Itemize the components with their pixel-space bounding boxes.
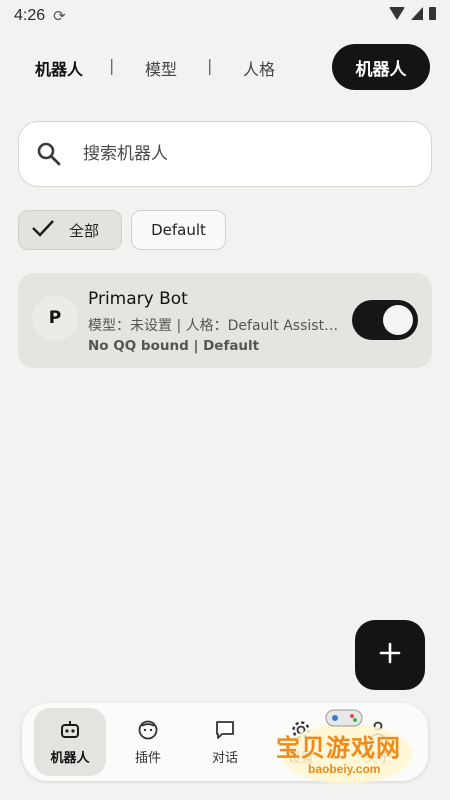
- filter-chip-default[interactable]: Default: [131, 210, 226, 250]
- battery-icon: [429, 7, 436, 20]
- bottom-nav-chat[interactable]: 对话: [189, 708, 261, 776]
- tab-bots[interactable]: 机器人: [35, 56, 83, 80]
- filter-chip-label: 全部: [69, 221, 100, 240]
- status-icons: [389, 7, 436, 20]
- search-bar[interactable]: [18, 121, 432, 187]
- tab-separator: |: [109, 56, 115, 75]
- search-icon: [35, 140, 63, 168]
- bot-name: Primary Bot: [88, 289, 188, 309]
- tab-separator: |: [207, 56, 213, 75]
- bottom-nav-plugins[interactable]: 插件: [112, 708, 184, 776]
- watermark-url: baobeiy.com: [308, 762, 381, 776]
- bottom-nav-label: 对话: [211, 750, 238, 766]
- status-time: 4:26: [14, 7, 46, 24]
- active-section-pill[interactable]: 机器人: [332, 44, 430, 90]
- filter-chip-label: Default: [151, 221, 206, 239]
- bot-card[interactable]: P Primary Bot 模型：未设置 | 人格：Default Assist…: [18, 273, 432, 368]
- watermark-text: 宝贝游戏网: [276, 734, 401, 762]
- bottom-nav-label: 机器人: [50, 750, 90, 766]
- plugin-face-icon: [137, 719, 159, 741]
- status-bar: 4:26 ⟳: [0, 0, 450, 32]
- search-input[interactable]: [83, 144, 383, 164]
- watermark: 宝贝游戏网 baobeiy.com: [272, 700, 422, 790]
- chat-icon: [214, 719, 236, 741]
- add-bot-button[interactable]: [355, 620, 425, 690]
- bottom-nav-label: 插件: [134, 750, 161, 766]
- tab-personas[interactable]: 人格: [243, 56, 275, 80]
- sync-icon: ⟳: [53, 7, 66, 25]
- wifi-icon: [389, 7, 405, 20]
- check-icon: [31, 218, 55, 242]
- robot-icon: [59, 719, 81, 741]
- bot-binding-status: No QQ bound | Default: [88, 338, 260, 354]
- tab-models[interactable]: 模型: [145, 56, 177, 80]
- top-nav: 机器人 | 模型 | 人格 机器人: [0, 44, 450, 90]
- avatar: P: [32, 295, 78, 341]
- bot-meta: 模型：未设置 | 人格：Default Assistant: [88, 318, 344, 334]
- filter-chip-all[interactable]: 全部: [18, 210, 122, 250]
- bottom-nav-bots[interactable]: 机器人: [34, 708, 106, 776]
- bot-enabled-toggle[interactable]: [352, 300, 418, 340]
- plus-icon: [379, 642, 401, 668]
- toggle-knob: [383, 305, 413, 335]
- signal-icon: [411, 7, 423, 20]
